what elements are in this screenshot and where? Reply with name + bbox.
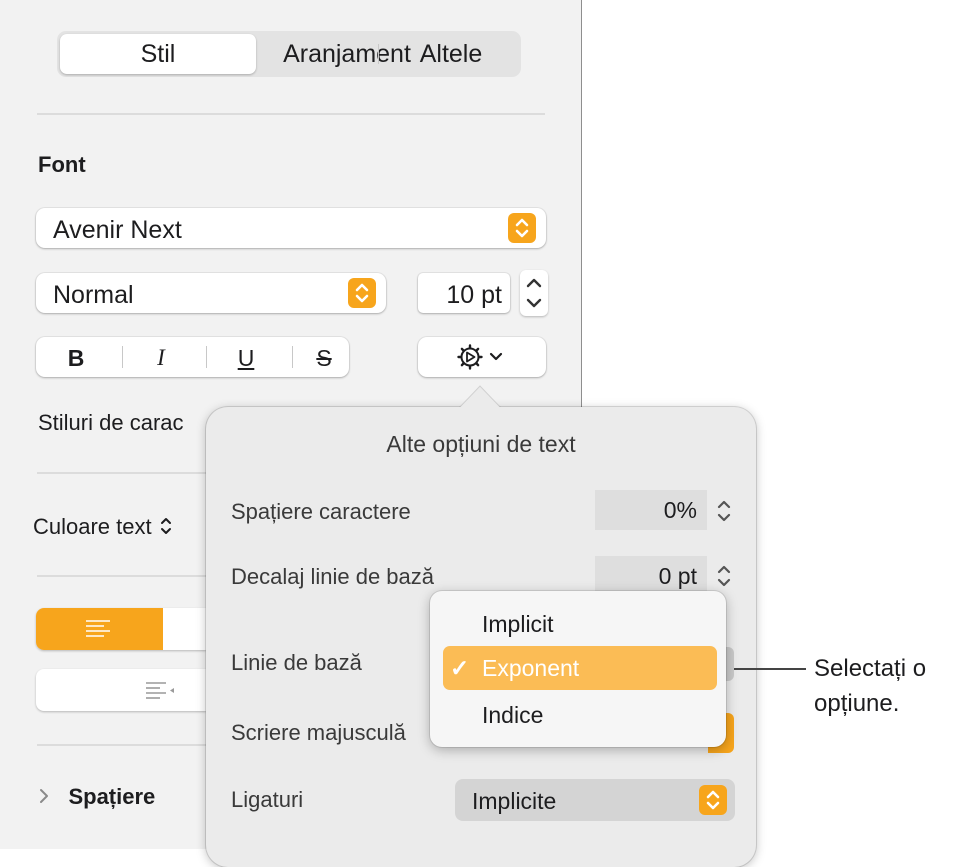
char-spacing-field[interactable]: 0% bbox=[595, 490, 707, 530]
spacing-label: Spațiere bbox=[68, 784, 156, 809]
baseline-menu: Implicit ✓ Exponent Indice bbox=[430, 591, 726, 747]
divider bbox=[37, 744, 207, 746]
baseline-shift-stepper[interactable] bbox=[712, 560, 736, 592]
char-spacing-label: Spațiere caractere bbox=[231, 499, 411, 524]
align-left-icon bbox=[86, 620, 110, 637]
character-styles-label: Stiluri de carac bbox=[38, 410, 184, 435]
inspector-tabs: Stil Aranjament Altele bbox=[57, 31, 521, 77]
strikethrough-button[interactable]: S bbox=[304, 345, 344, 372]
text-format-buttons: B I U S bbox=[36, 337, 349, 377]
bold-button[interactable]: B bbox=[56, 345, 96, 372]
alignment-control bbox=[36, 608, 206, 650]
font-family-value: Avenir Next bbox=[53, 216, 182, 244]
capitalization-label: Scriere majusculă bbox=[231, 720, 406, 745]
popover-title: Alte opțiuni de text bbox=[386, 431, 576, 457]
updown-chevron-icon bbox=[508, 213, 536, 243]
updown-chevron-icon bbox=[348, 278, 376, 308]
divider bbox=[37, 575, 207, 577]
underline-button[interactable]: U bbox=[226, 345, 266, 372]
tab-altele[interactable]: Altele bbox=[379, 31, 523, 77]
spacing-disclosure[interactable]: Spațiere bbox=[38, 784, 155, 810]
menu-item-implicit[interactable]: Implicit bbox=[482, 611, 554, 638]
disclosure-icon bbox=[40, 789, 48, 803]
ligatures-value: Implicite bbox=[472, 788, 557, 814]
callout-line-2: opțiune. bbox=[814, 690, 900, 717]
font-section-label: Font bbox=[38, 152, 86, 177]
font-size-field[interactable]: 10 pt bbox=[418, 273, 510, 313]
indent-control[interactable] bbox=[36, 669, 206, 711]
updown-chevron-icon bbox=[699, 785, 727, 815]
indent-icon bbox=[146, 682, 174, 699]
stepper-arrows-icon bbox=[526, 278, 542, 308]
font-size-value: 10 pt bbox=[446, 281, 502, 309]
separator bbox=[122, 346, 123, 368]
advanced-options-button[interactable] bbox=[418, 337, 546, 377]
align-left-button[interactable] bbox=[36, 608, 163, 650]
callout-text: Selectați o opțiune. bbox=[814, 651, 926, 721]
chevron-down-icon bbox=[489, 352, 503, 361]
text-color-control[interactable]: Culoare text bbox=[33, 514, 173, 540]
separator bbox=[292, 346, 293, 368]
text-color-label: Culoare text bbox=[33, 514, 152, 539]
menu-item-indice[interactable]: Indice bbox=[482, 702, 543, 729]
divider bbox=[37, 472, 207, 474]
popover-arrow bbox=[458, 385, 502, 409]
baseline-shift-field[interactable]: 0 pt bbox=[595, 556, 707, 596]
baseline-label: Linie de bază bbox=[231, 650, 362, 675]
font-size-stepper[interactable] bbox=[520, 270, 548, 316]
gear-icon bbox=[457, 344, 483, 370]
font-family-popup[interactable]: Avenir Next bbox=[36, 208, 546, 248]
ligatures-label: Ligaturi bbox=[231, 787, 304, 812]
ligatures-popup[interactable]: Implicite bbox=[455, 779, 735, 821]
char-spacing-stepper[interactable] bbox=[712, 495, 736, 527]
updown-chevron-icon bbox=[161, 518, 172, 534]
tab-stil[interactable]: Stil bbox=[60, 34, 256, 74]
divider bbox=[37, 113, 545, 115]
baseline-shift-label: Decalaj linie de bază bbox=[231, 564, 435, 589]
menu-item-exponent[interactable]: Exponent bbox=[482, 655, 579, 682]
font-typeface-value: Normal bbox=[53, 281, 134, 309]
checkmark-icon: ✓ bbox=[450, 655, 470, 681]
font-typeface-popup[interactable]: Normal bbox=[36, 273, 386, 313]
callout-line bbox=[734, 668, 806, 670]
italic-button[interactable]: I bbox=[141, 345, 181, 371]
separator bbox=[206, 346, 207, 368]
callout-line-1: Selectați o bbox=[814, 655, 927, 682]
